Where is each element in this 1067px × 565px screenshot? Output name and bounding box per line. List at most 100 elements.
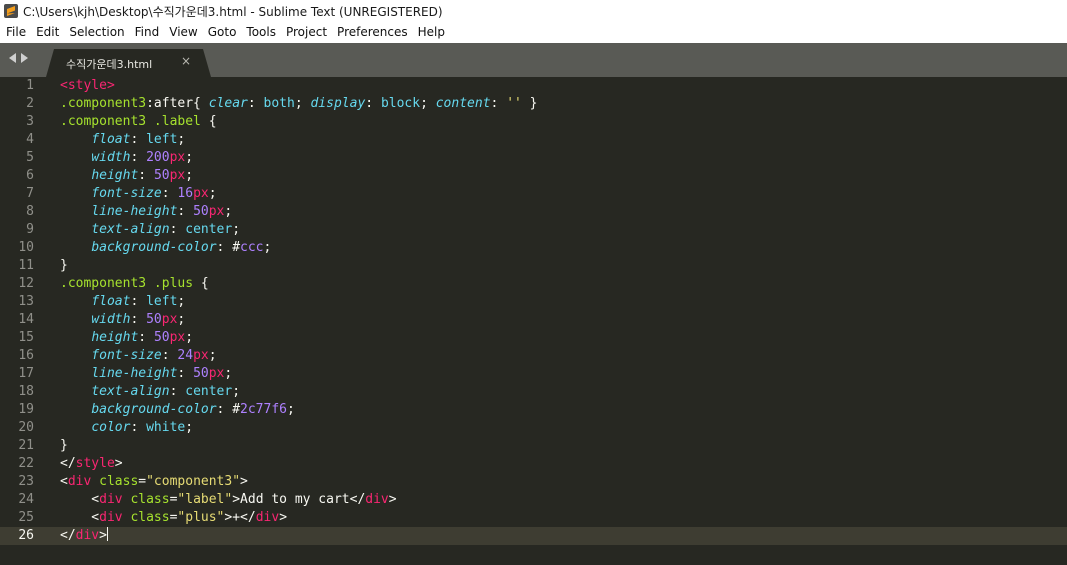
code-token: <style> [60, 78, 115, 93]
code-token: < [60, 474, 68, 489]
menu-tools[interactable]: Tools [241, 22, 281, 43]
tab-file[interactable]: 수직가운데3.html × [46, 49, 211, 77]
code-token: font-size [91, 186, 162, 201]
code-token: background-color [91, 240, 217, 255]
code-token: width [91, 312, 131, 327]
line-number: 16 [18, 348, 34, 363]
close-icon[interactable]: × [181, 54, 191, 68]
code-token: < [60, 510, 100, 525]
code-line: .component3 .plus { [60, 275, 209, 293]
code-token: < [60, 492, 100, 507]
line-number: 20 [18, 420, 34, 435]
arrow-right-icon[interactable] [21, 53, 28, 63]
menu-bar: File Edit Selection Find View Goto Tools Projec… [0, 22, 1067, 43]
code-token: :after{ [146, 96, 209, 111]
menu-view[interactable]: View [164, 22, 202, 43]
code-token: div [75, 528, 100, 543]
line-number: 22 [18, 456, 34, 471]
menu-selection[interactable]: Selection [64, 22, 129, 43]
menu-help[interactable]: Help [413, 22, 450, 43]
code-editor[interactable]: 1 2 3 4 5 6 7 8 9 10 11 12 13 14 15 16 17 18 19 20 21 22 23 24 2… [0, 77, 1067, 565]
line-number: 4 [26, 132, 34, 147]
code-token: 50 [153, 330, 170, 345]
code-token: </ [60, 456, 76, 471]
code-token: div [255, 510, 280, 525]
menu-preferences[interactable]: Preferences [332, 22, 413, 43]
line-number-gutter: 1 2 3 4 5 6 7 8 9 10 11 12 13 14 15 16 17 18 19 20 21 22 23 24 2… [0, 77, 50, 565]
menu-project[interactable]: Project [281, 22, 332, 43]
menu-file[interactable]: File [0, 22, 31, 43]
code-token: center [185, 222, 233, 237]
code-token: "component3" [146, 474, 241, 489]
line-number: 14 [18, 312, 34, 327]
code-line: background-color: #2c77f6; [60, 401, 295, 419]
code-token: "label" [177, 492, 233, 507]
menu-find[interactable]: Find [130, 22, 165, 43]
code-token: color [91, 420, 131, 435]
code-token: : [177, 366, 194, 381]
code-token: px [193, 186, 209, 201]
code-token: : # [216, 402, 241, 417]
code-token: text-align [91, 222, 170, 237]
code-token: class [99, 474, 139, 489]
sublime-app-icon [4, 4, 18, 18]
line-number: 9 [26, 222, 34, 237]
code-token: line-height [91, 204, 178, 219]
code-token: ; [287, 402, 295, 417]
code-token: ; [177, 294, 186, 309]
code-token: float [91, 132, 131, 147]
code-token: : [161, 186, 178, 201]
code-token: : [177, 204, 194, 219]
code-token: > [240, 474, 248, 489]
code-line: width: 200px; [60, 149, 193, 167]
code-token: block [380, 96, 421, 111]
menu-goto[interactable]: Goto [203, 22, 242, 43]
code-line: background-color: #ccc; [60, 239, 271, 257]
code-token: .component3 .label [60, 114, 201, 129]
code-line: font-size: 24px; [60, 347, 216, 365]
code-line: line-height: 50px; [60, 203, 232, 221]
code-token: : [247, 96, 264, 111]
code-token: } [60, 258, 68, 273]
line-number: 19 [18, 402, 34, 417]
code-token: left [146, 132, 178, 147]
code-token: class [130, 492, 170, 507]
line-number: 6 [26, 168, 34, 183]
code-token: 24 [177, 348, 194, 363]
code-token: ; [224, 204, 233, 219]
code-token: > [99, 528, 107, 543]
code-token: both [263, 96, 295, 111]
code-token: ; [232, 384, 241, 399]
code-line: <div class="label">Add to my cart</div> [60, 491, 396, 509]
code-token: ; [232, 222, 241, 237]
arrow-left-icon[interactable] [9, 53, 16, 63]
code-token: .component3 .plus [60, 276, 194, 291]
code-token: : [138, 330, 154, 345]
code-token: 50 [146, 312, 162, 327]
code-token: div [67, 474, 92, 489]
code-token: </ [60, 528, 76, 543]
code-token: : [138, 168, 154, 183]
code-token: class [130, 510, 170, 525]
tab-label: 수직가운데3.html [66, 58, 153, 71]
line-number: 23 [18, 474, 34, 489]
code-token: content [435, 96, 491, 111]
code-token: { [200, 114, 217, 129]
code-token: ; [208, 186, 217, 201]
code-line: } [60, 257, 68, 275]
line-number: 12 [18, 276, 34, 291]
code-line: line-height: 50px; [60, 365, 232, 383]
menu-edit[interactable]: Edit [31, 22, 64, 43]
code-token: ; [185, 420, 194, 435]
code-token: = [138, 474, 147, 489]
code-token: clear [208, 96, 248, 111]
code-token: style [75, 456, 115, 471]
code-token: ; [420, 96, 436, 111]
